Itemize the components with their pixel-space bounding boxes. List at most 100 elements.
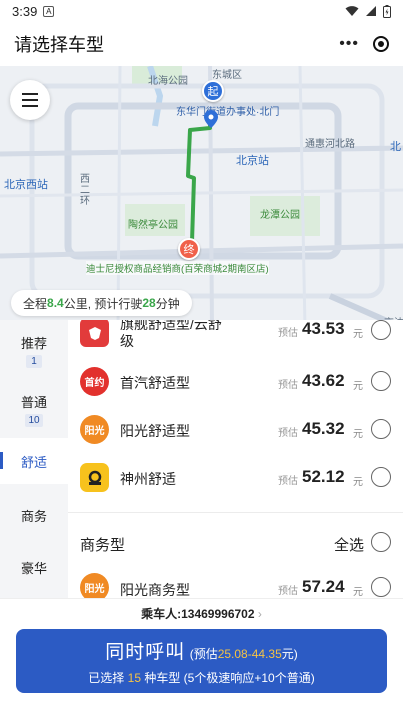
passenger-selector[interactable]: 乘车人:13469996702 › [0, 605, 403, 622]
est-prefix: (预估 [189, 647, 218, 661]
ride-radio[interactable] [371, 371, 391, 391]
end-marker[interactable]: 终 [178, 238, 200, 260]
price-unit: 元 [353, 429, 363, 440]
ride-list: 旗舰舒适型/云舒 级 预估 43.53 元 首约 首汽舒适型 预估 43.62 … [68, 320, 403, 598]
title-bar: 请选择车型 ••• [0, 22, 403, 66]
price-unit: 元 [353, 587, 363, 598]
estimate-label: 预估 [278, 586, 298, 597]
shenzhou-logo-icon [80, 463, 109, 492]
ride-row-flagship[interactable]: 旗舰舒适型/云舒 级 预估 43.53 元 [68, 320, 403, 358]
ride-name: 阳光舒适型 [120, 423, 190, 439]
menu-bar [22, 105, 38, 107]
estimate-label: 预估 [278, 380, 298, 391]
price-unit: 元 [353, 477, 363, 488]
call-all-button[interactable]: 同时呼叫 (预估25.08-44.35元) 已选择 15 种车型 (5个极速响应… [16, 629, 387, 693]
ride-price: 43.62 [302, 371, 345, 390]
wifi-icon [345, 6, 359, 16]
select-all-label[interactable]: 全选 [334, 534, 364, 555]
notification-icon: A [43, 5, 55, 17]
price-unit: 元 [353, 381, 363, 392]
menu-bar [22, 93, 38, 95]
trip-text-1: 全程 [23, 296, 48, 311]
trip-minutes: 28 [142, 296, 156, 310]
status-bar: 3:39 A [0, 0, 403, 22]
category-count: 10 [25, 413, 43, 427]
est-suffix: 元) [281, 647, 298, 661]
call-button-line2: 已选择 15 种车型 (5个极速响应+10个普通) [16, 669, 387, 686]
ride-radio[interactable] [371, 419, 391, 439]
map-label-bjxz: 北京西站 [4, 179, 48, 191]
yangguang-logo-icon: 阳光 [80, 573, 109, 598]
chevron-right-icon: › [254, 607, 262, 621]
route-map[interactable]: 北海公园 东城区 东华门街道办事处·北门 通惠河北路 北京站 北京西站 西 二 … [0, 66, 403, 328]
ride-radio[interactable] [371, 467, 391, 487]
call-button-line1: 同时呼叫 (预估25.08-44.35元) [16, 637, 387, 664]
menu-bar [22, 99, 38, 101]
category-normal[interactable]: 普通 10 [0, 380, 68, 438]
map-label-erhuan: 西 二 环 [80, 174, 90, 207]
ride-name: 阳光商务型 [120, 582, 190, 598]
category-comfort[interactable]: 舒适 [0, 438, 68, 484]
page-title: 请选择车型 [14, 35, 104, 55]
passenger-phone: 13469996702 [181, 607, 255, 621]
selected-count: 15 [127, 671, 141, 685]
ride-radio[interactable] [371, 577, 391, 597]
ride-radio[interactable] [371, 320, 391, 340]
est-range: 25.08-44.35 [217, 647, 282, 661]
yangguang-logo-icon: 阳光 [80, 415, 109, 444]
close-target-icon[interactable] [373, 36, 389, 52]
ride-selection-panel: 推荐 1 普通 10 舒适 商务 豪华 旗舰舒适型/云舒 级 预估 43.53 … [0, 320, 403, 598]
map-label-tonghui: 通惠河北路 [305, 139, 355, 150]
signal-icon [366, 6, 376, 16]
mini-program-capsule: ••• [339, 35, 389, 53]
map-label-dhm: 东华门街道办事处·北门 [176, 107, 280, 118]
category-count: 1 [26, 354, 42, 368]
price-unit: 元 [353, 329, 363, 340]
category-label: 豪华 [20, 560, 47, 576]
category-label: 普通 [20, 394, 47, 410]
map-label-dongcheng: 东城区 [212, 70, 242, 81]
map-label-bei: 北 [390, 141, 401, 153]
ride-name: 首汽舒适型 [120, 375, 190, 391]
call-title: 同时呼叫 [105, 642, 186, 663]
ride-row-shenzhou[interactable]: 神州舒适 预估 52.12 元 [68, 454, 403, 502]
trip-distance: 8.4 [47, 296, 64, 310]
category-label: 舒适 [20, 454, 47, 470]
map-label-longtan: 龙潭公园 [260, 210, 300, 221]
category-business[interactable]: 商务 [0, 490, 68, 540]
trip-summary: 全程 8.4 公里, 预计行驶 28 分钟 [11, 290, 192, 316]
estimate-label: 预估 [278, 328, 298, 339]
status-time: 3:39 [12, 3, 38, 19]
ride-row-yangguang-comfort[interactable]: 阳光 阳光舒适型 预估 45.32 元 [68, 406, 403, 454]
ride-price: 43.53 [302, 320, 345, 338]
map-menu-button[interactable] [10, 80, 50, 120]
ride-row-yangguang-business[interactable]: 阳光 阳光商务型 预估 57.24 元 [68, 570, 403, 598]
selected-suffix: 种车型 (5个极速响应+10个普通) [144, 671, 315, 685]
category-label: 推荐 [20, 335, 47, 351]
map-label-taoranting: 陶然亭公园 [128, 220, 178, 231]
more-icon[interactable]: ••• [339, 35, 359, 53]
trip-text-2: 公里, 预计行驶 [63, 296, 143, 311]
map-label-bjz: 北京站 [236, 155, 269, 167]
category-luxury[interactable]: 豪华 [0, 542, 68, 592]
selected-prefix: 已选择 [88, 671, 125, 685]
bottom-bar: 乘车人:13469996702 › 同时呼叫 (预估25.08-44.35元) … [0, 598, 403, 716]
passenger-label: 乘车人: [141, 607, 182, 621]
category-label: 商务 [20, 508, 47, 524]
ride-name-line2: 级 [120, 333, 134, 349]
ride-name-line1: 旗舰舒适型/云舒 [120, 320, 222, 332]
shouyue-logo-icon: 首约 [80, 367, 109, 396]
section-divider [68, 512, 403, 513]
section-title-business: 商务型 [80, 537, 126, 554]
category-recommend[interactable]: 推荐 1 [0, 320, 68, 380]
category-sidebar: 推荐 1 普通 10 舒适 商务 豪华 [0, 320, 68, 598]
trip-text-3: 分钟 [155, 296, 180, 311]
ride-name: 旗舰舒适型/云舒 级 [120, 320, 222, 350]
select-all-radio[interactable] [371, 532, 391, 552]
start-marker[interactable]: 起 [202, 80, 224, 102]
map-label-beihai: 北海公园 [148, 76, 188, 87]
ride-price: 57.24 [302, 577, 345, 596]
pickup-pin-icon [204, 110, 218, 128]
ride-row-shouqi[interactable]: 首约 首汽舒适型 预估 43.62 元 [68, 358, 403, 406]
ride-price: 52.12 [302, 467, 345, 486]
